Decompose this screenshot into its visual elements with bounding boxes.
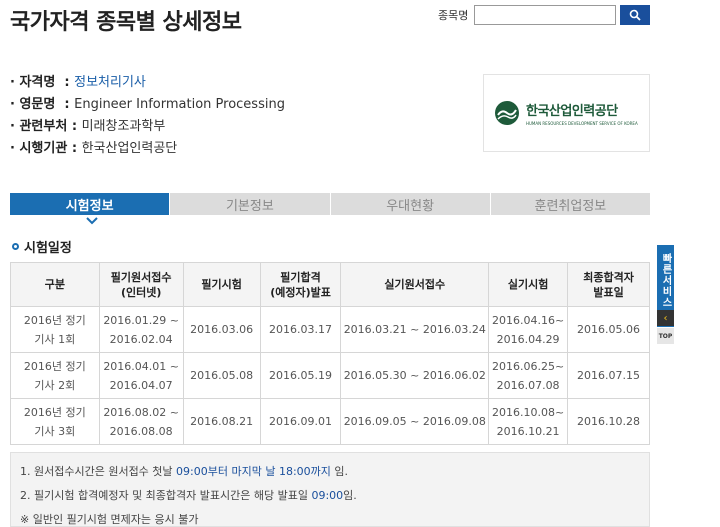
note-text: 임.	[330, 465, 349, 478]
scroll-top-button[interactable]: TOP	[657, 328, 674, 344]
agency-logo-name: 한국산업인력공단	[526, 104, 618, 119]
quick-service-label: 빠른서비스	[660, 253, 671, 308]
info-value: Engineer Information Processing	[74, 97, 285, 112]
exam-schedule-table: 구분 필기원서접수 (인터넷) 필기시험 필기합격 (예정자)발표 실기원서접수…	[10, 262, 650, 445]
note-2: 2. 필기시험 합격예정자 및 최종합격자 발표시간은 해당 발표일 09:00…	[20, 484, 640, 508]
qualification-name-link[interactable]: 정보처리기사	[74, 72, 146, 94]
note-highlight: 09:00	[311, 489, 344, 502]
table-cell: 2016.09.01	[259, 398, 342, 445]
table-cell: 2016.05.30 ~ 2016.06.02	[340, 352, 490, 399]
table-row: 2016년 정기 기사 1회 2016.01.29 ~ 2016.02.04 2…	[10, 306, 650, 353]
tab-exam-info[interactable]: 시험정보	[10, 193, 170, 215]
tab-basic-info[interactable]: 기본정보	[169, 193, 330, 215]
table-cell: 2016.10.28	[567, 398, 650, 445]
info-row-english: · 영문명 : Engineer Information Processing	[10, 94, 285, 116]
agency-logo: 한국산업인력공단 HUMAN RESOURCES DEVELOPMENT SER…	[483, 74, 650, 152]
page-title: 국가자격 종목별 상세정보	[10, 10, 242, 35]
agency-emblem-icon	[495, 101, 519, 125]
search-bar: 종목명	[438, 5, 651, 25]
info-row-name: · 자격명 : 정보처리기사	[10, 72, 285, 94]
column-header: 최종합격자 발표일	[567, 262, 650, 307]
note-text: 임.	[343, 489, 357, 502]
note-text: 2. 필기시험 합격예정자 및 최종합격자 발표시간은 해당 발표일	[20, 489, 312, 502]
chevron-left-icon[interactable]: ‹	[657, 310, 674, 326]
tab-bar: 시험정보 기본정보 우대현황 훈련취업정보	[10, 193, 650, 215]
table-cell: 2016년 정기 기사 3회	[10, 398, 100, 445]
table-cell: 2016.09.05 ~ 2016.09.08	[340, 398, 490, 445]
table-cell: 2016.03.21 ~ 2016.03.24	[340, 306, 490, 353]
table-cell: 2016.06.25~ 2016.07.08	[488, 352, 569, 399]
table-cell: 2016.03.17	[259, 306, 342, 353]
table-cell: 2016.05.06	[567, 306, 650, 353]
search-icon	[630, 9, 642, 21]
info-key: · 자격명 :	[10, 75, 75, 90]
tab-training-employment[interactable]: 훈련취업정보	[489, 193, 650, 215]
info-key: · 시행기관 :	[10, 141, 82, 156]
table-row: 2016년 정기 기사 2회 2016.04.01 ~ 2016.04.07 2…	[10, 352, 650, 399]
section-title-text: 시험일정	[24, 241, 72, 256]
table-row: 2016년 정기 기사 3회 2016.08.02 ~ 2016.08.08 2…	[10, 398, 650, 445]
info-row-agency: · 시행기관 : 한국산업인력공단	[10, 138, 285, 160]
agency-logo-subtitle: HUMAN RESOURCES DEVELOPMENT SERVICE OF K…	[526, 121, 638, 126]
table-cell: 2016년 정기 기사 1회	[10, 306, 100, 353]
column-header: 실기원서접수	[340, 262, 490, 307]
column-header: 필기합격 (예정자)발표	[259, 262, 342, 307]
column-header: 필기시험	[182, 262, 261, 307]
search-label: 종목명	[438, 9, 469, 22]
table-cell: 2016.10.08~ 2016.10.21	[488, 398, 569, 445]
table-cell: 2016.07.15	[567, 352, 650, 399]
table-cell: 2016.04.16~ 2016.04.29	[488, 306, 569, 353]
search-input[interactable]	[474, 5, 617, 25]
column-header: 필기원서접수 (인터넷)	[98, 262, 184, 307]
tab-preference[interactable]: 우대현황	[329, 193, 490, 215]
bullet-icon	[12, 243, 19, 250]
qualification-info: · 자격명 : 정보처리기사 · 영문명 : Engineer Informat…	[10, 72, 285, 160]
table-cell: 2016.05.08	[182, 352, 261, 399]
section-title: 시험일정	[12, 237, 72, 256]
info-row-ministry: · 관련부처 : 미래창조과학부	[10, 116, 285, 138]
note-1: 1. 원서접수시간은 원서접수 첫날 09:00부터 마지막 날 18:00까지…	[20, 460, 640, 484]
info-key: · 관련부처 :	[10, 119, 82, 134]
table-cell: 2016.04.01 ~ 2016.04.07	[98, 352, 184, 399]
column-header: 실기시험	[488, 262, 569, 307]
table-header-row: 구분 필기원서접수 (인터넷) 필기시험 필기합격 (예정자)발표 실기원서접수…	[10, 262, 650, 307]
info-value: 미래창조과학부	[81, 119, 166, 134]
table-cell: 2016.05.19	[259, 352, 342, 399]
column-header: 구분	[10, 262, 100, 307]
search-button[interactable]	[620, 5, 651, 25]
info-key: · 영문명 :	[10, 97, 75, 112]
note-highlight: 09:00부터 마지막 날 18:00까지	[176, 465, 331, 478]
note-text: 1. 원서접수시간은 원서접수 첫날	[20, 465, 177, 478]
table-cell: 2016.03.06	[182, 306, 261, 353]
notes-box: 1. 원서접수시간은 원서접수 첫날 09:00부터 마지막 날 18:00까지…	[10, 452, 650, 527]
chevron-down-icon	[86, 217, 98, 225]
table-cell: 2016.01.29 ~ 2016.02.04	[98, 306, 184, 353]
info-value: 한국산업인력공단	[81, 141, 178, 156]
table-cell: 2016.08.02 ~ 2016.08.08	[98, 398, 184, 445]
note-3: ※ 일반인 필기시험 면제자는 응시 불가	[20, 513, 199, 526]
table-cell: 2016년 정기 기사 2회	[10, 352, 100, 399]
table-cell: 2016.08.21	[182, 398, 261, 445]
